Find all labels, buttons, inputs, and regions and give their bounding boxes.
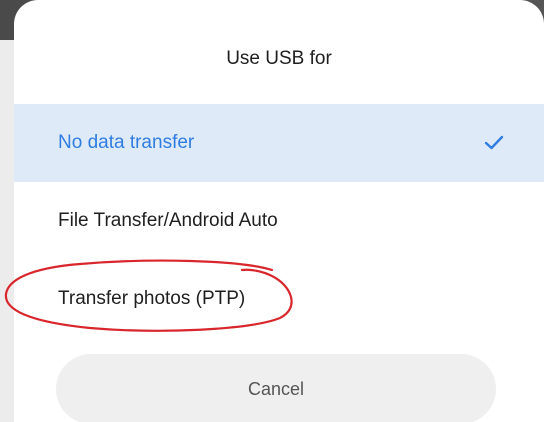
check-icon xyxy=(484,135,504,150)
dialog-title: Use USB for xyxy=(226,48,332,69)
usb-options-dialog: Use USB for No data transfer File Transf… xyxy=(14,0,544,422)
cancel-button[interactable]: Cancel xyxy=(56,354,496,422)
option-file-transfer[interactable]: File Transfer/Android Auto xyxy=(14,182,544,260)
option-label: Transfer photos (PTP) xyxy=(58,288,246,309)
screenshot: Use USB for No data transfer File Transf… xyxy=(0,0,544,422)
option-no-data-transfer[interactable]: No data transfer xyxy=(14,104,544,182)
option-transfer-photos[interactable]: Transfer photos (PTP) xyxy=(14,260,544,338)
option-label: File Transfer/Android Auto xyxy=(58,210,278,231)
option-label: No data transfer xyxy=(58,132,195,153)
